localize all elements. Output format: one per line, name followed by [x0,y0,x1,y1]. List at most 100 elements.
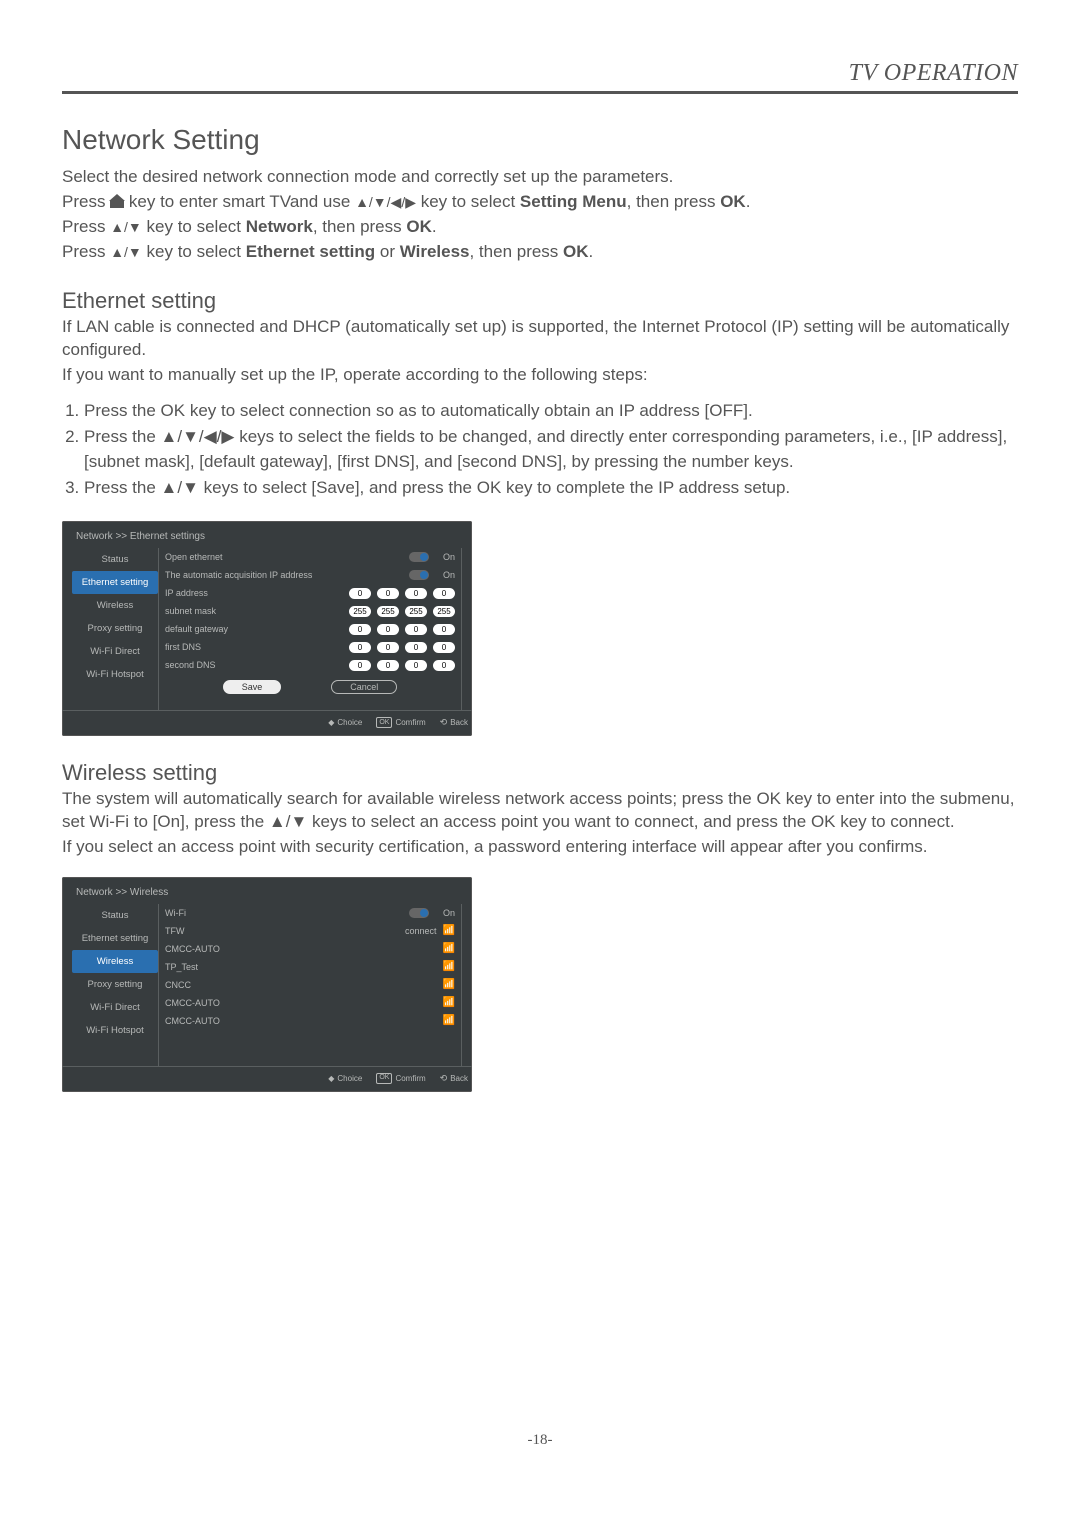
text: key to select [416,192,520,211]
toggle-icon[interactable] [409,570,429,580]
ip-octet[interactable]: 255 [405,606,427,617]
sidebar-item[interactable]: Wi-Fi Direct [72,640,158,663]
wifi-icon: 📶 [443,1015,455,1026]
ok-icon: OK [376,717,392,728]
intro-line-3: Press ▲/▼ key to select Network, then pr… [62,216,1018,239]
ip-octet[interactable]: 0 [349,642,371,653]
sidebar-item[interactable]: Wireless [72,950,158,973]
breadcrumb: Network >> Wireless [72,887,462,898]
row-value: 0000 [349,588,455,599]
row-value: On [409,570,455,580]
bold: OK [563,242,589,261]
settings-row[interactable]: CMCC-AUTO📶 [165,940,455,958]
text: . [589,242,594,261]
ethernet-p1: If LAN cable is connected and DHCP (auto… [62,316,1018,362]
settings-row[interactable]: CMCC-AUTO📶 [165,994,455,1012]
text: Press [62,242,110,261]
cancel-button[interactable]: Cancel [331,680,397,694]
sidebar-item[interactable]: Proxy setting [72,617,158,640]
sidebar-item[interactable]: Status [72,904,158,927]
ip-octet[interactable]: 0 [349,660,371,671]
sidebar-item[interactable]: Status [72,548,158,571]
text: . [746,192,751,211]
settings-row[interactable]: CNCC📶 [165,976,455,994]
toggle-icon[interactable] [409,552,429,562]
sidebar-item[interactable]: Wi-Fi Direct [72,996,158,1019]
sidebar-item[interactable]: Ethernet setting [72,571,158,594]
save-button[interactable]: Save [223,680,282,694]
bold: Network [246,217,313,236]
row-value: 📶 [443,943,455,954]
ip-octet[interactable]: 255 [377,606,399,617]
settings-row[interactable]: CMCC-AUTO📶 [165,1012,455,1030]
ip-octet[interactable]: 0 [433,624,455,635]
hint-confirm: OKComfirm [376,717,425,728]
sidebar-item[interactable]: Wi-Fi Hotspot [72,1019,158,1042]
row-value: On [409,908,455,918]
ip-octet[interactable]: 0 [349,588,371,599]
ethernet-p2: If you want to manually set up the IP, o… [62,364,1018,387]
sidebar-item[interactable]: Proxy setting [72,973,158,996]
connection-status: connect [405,926,437,936]
ip-octet[interactable]: 0 [377,588,399,599]
wireless-p1: The system will automatically search for… [62,788,1018,834]
row-label: default gateway [165,624,349,634]
hint-confirm: OKComfirm [376,1073,425,1084]
settings-row[interactable]: first DNS0000 [165,638,455,656]
page-number: -18- [62,1432,1018,1449]
text: Press [62,192,110,211]
ip-octet[interactable]: 255 [349,606,371,617]
settings-row[interactable]: default gateway0000 [165,620,455,638]
ip-octet[interactable]: 0 [377,642,399,653]
row-label: subnet mask [165,606,349,616]
ip-octet[interactable]: 0 [433,660,455,671]
intro-line-2: Press key to enter smart TVand use ▲/▼/◀… [62,191,1018,214]
bold: OK [406,217,432,236]
wireless-menu-screenshot: Network >> Wireless StatusEthernet setti… [62,877,472,1092]
ip-octet[interactable]: 0 [405,624,427,635]
ip-octet[interactable]: 0 [349,624,371,635]
ip-octet[interactable]: 0 [433,588,455,599]
wifi-icon: 📶 [443,961,455,972]
bold: OK [720,192,746,211]
page-header: TV OPERATION [62,60,1018,87]
row-label: CNCC [165,980,443,990]
settings-row[interactable]: second DNS0000 [165,656,455,674]
ip-octet[interactable]: 0 [377,660,399,671]
ip-octet[interactable]: 255 [433,606,455,617]
ethernet-main: Open ethernetOnThe automatic acquisition… [159,548,461,710]
step-item: Press the ▲/▼/◀/▶ keys to select the fie… [84,425,1018,474]
bold: Setting Menu [520,192,627,211]
ip-octet[interactable]: 0 [405,588,427,599]
row-label: IP address [165,588,349,598]
settings-row[interactable]: IP address0000 [165,584,455,602]
ip-octet[interactable]: 0 [405,660,427,671]
settings-row[interactable]: The automatic acquisition IP addressOn [165,566,455,584]
settings-row[interactable]: TFWconnect📶 [165,922,455,940]
breadcrumb: Network >> Ethernet settings [72,531,462,542]
wireless-p2: If you select an access point with secur… [62,836,1018,859]
row-value: 0000 [349,660,455,671]
toggle-state: On [435,552,455,562]
ip-octet[interactable]: 0 [405,642,427,653]
text: , then press [313,217,407,236]
settings-row[interactable]: Wi-FiOn [165,904,455,922]
row-label: TP_Test [165,962,443,972]
wireless-main: Wi-FiOnTFWconnect📶CMCC-AUTO📶TP_Test📶CNCC… [159,904,461,1066]
sidebar-item[interactable]: Wireless [72,594,158,617]
settings-row[interactable]: subnet mask255255255255 [165,602,455,620]
ip-octet[interactable]: 0 [377,624,399,635]
subheading-ethernet: Ethernet setting [62,288,1018,314]
text: key to select [142,242,246,261]
hint-back: Back [440,1073,468,1084]
ip-octet[interactable]: 0 [433,642,455,653]
wifi-icon: 📶 [443,997,455,1008]
toggle-icon[interactable] [409,908,429,918]
row-value: 255 255 255 255 [349,606,455,617]
bold: Wireless [400,242,470,261]
intro-line-4: Press ▲/▼ key to select Ethernet setting… [62,241,1018,264]
settings-row[interactable]: Open ethernetOn [165,548,455,566]
sidebar-item[interactable]: Wi-Fi Hotspot [72,663,158,686]
settings-row[interactable]: TP_Test📶 [165,958,455,976]
sidebar-item[interactable]: Ethernet setting [72,927,158,950]
